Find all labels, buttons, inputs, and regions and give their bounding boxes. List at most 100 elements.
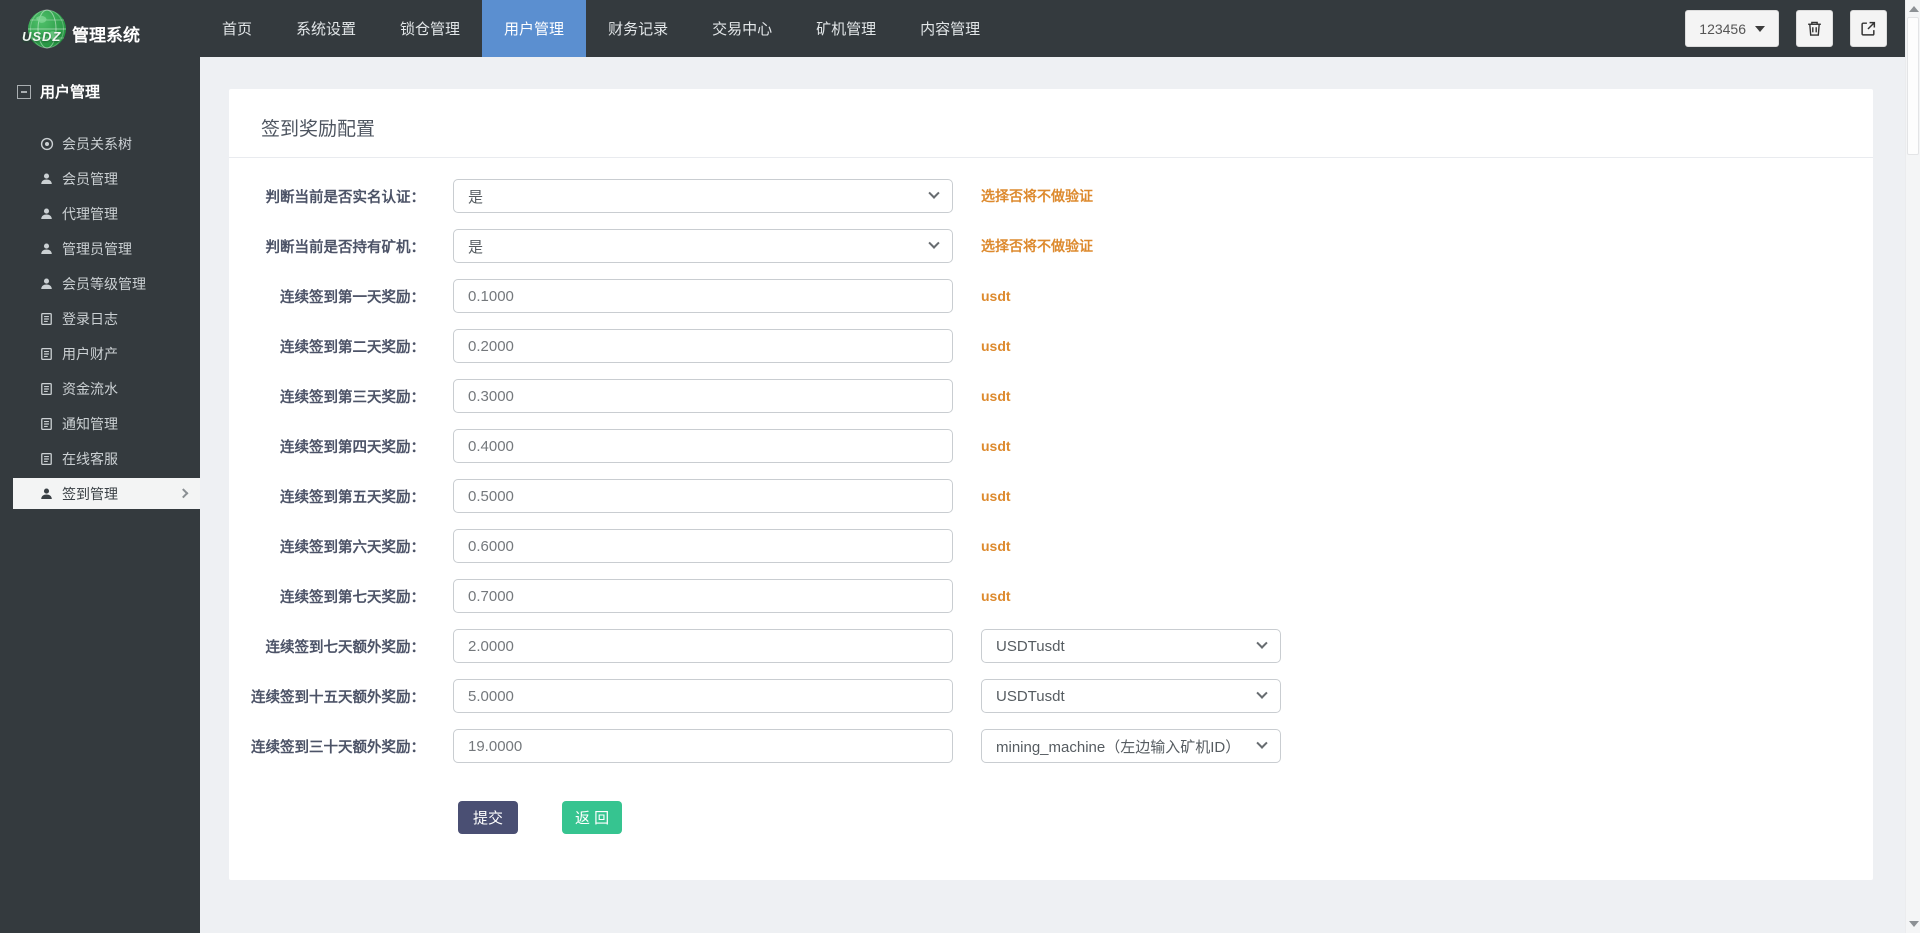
owns-miner-select[interactable]: 是 [453, 229, 953, 263]
sidebar-section-user-management[interactable]: 用户管理 [0, 57, 200, 102]
sidebar-item-label: 签到管理 [62, 484, 118, 504]
sidebar-item-member-tree[interactable]: 会员关系树 [0, 126, 200, 161]
app-logo: USDZ 管理系统 [0, 0, 200, 57]
day3-reward-input[interactable] [453, 379, 953, 413]
nav-tab-user-management[interactable]: 用户管理 [482, 0, 586, 57]
logout-button[interactable] [1850, 10, 1887, 47]
card-header: 签到奖励配置 [229, 89, 1873, 158]
select-value: USDTusdt [996, 638, 1065, 655]
field-label: 连续签到七天额外奖励： [229, 636, 425, 657]
chevron-down-icon [1256, 688, 1267, 699]
sidebar-item-member-management[interactable]: 会员管理 [0, 161, 200, 196]
field-label: 连续签到第三天奖励： [229, 386, 425, 407]
caret-down-icon [1755, 26, 1765, 32]
nav-tab-trade-center[interactable]: 交易中心 [690, 0, 794, 57]
sidebar-item-label: 登录日志 [62, 309, 118, 329]
nav-tab-lockup-management[interactable]: 锁仓管理 [378, 0, 482, 57]
nav-tab-miner-management[interactable]: 矿机管理 [794, 0, 898, 57]
sidebar-section-label: 用户管理 [40, 81, 100, 102]
chevron-down-icon [928, 188, 939, 199]
form-row-realname-verify: 判断当前是否实名认证： 是 选择否将不做验证 [229, 179, 1873, 213]
sidebar-item-user-assets[interactable]: 用户财产 [0, 336, 200, 371]
admin-app: USDZ 管理系统 首页 系统设置 锁仓管理 用户管理 财务记录 交易中心 矿机… [0, 0, 1920, 933]
week-extra-currency-select[interactable]: USDTusdt [981, 629, 1281, 663]
sidebar-item-label: 管理员管理 [62, 239, 132, 259]
day5-reward-input[interactable] [453, 479, 953, 513]
vertical-scrollbar[interactable] [1905, 0, 1920, 933]
sidebar-item-agent-management[interactable]: 代理管理 [0, 196, 200, 231]
sidebar-item-notice-management[interactable]: 通知管理 [0, 406, 200, 441]
signin-reward-card: 签到奖励配置 判断当前是否实名认证： 是 选择否将不做验证 判断当前是否持有矿机… [229, 89, 1873, 880]
sidebar-item-label: 资金流水 [62, 379, 118, 399]
user-icon [40, 487, 53, 500]
document-icon [40, 382, 53, 395]
user-icon [40, 242, 53, 255]
sidebar-item-signin-management[interactable]: 签到管理 [13, 478, 200, 509]
unit-hint: usdt [981, 388, 1011, 404]
form-row-day5: 连续签到第五天奖励： usdt [229, 479, 1873, 513]
target-icon [40, 137, 54, 151]
form-row-owns-miner: 判断当前是否持有矿机： 是 选择否将不做验证 [229, 229, 1873, 263]
scroll-down-icon[interactable] [1909, 921, 1919, 927]
select-value: 是 [468, 186, 483, 207]
field-label: 连续签到第二天奖励： [229, 336, 425, 357]
fifteen-day-extra-reward-input[interactable] [453, 679, 953, 713]
sidebar-item-member-level-management[interactable]: 会员等级管理 [0, 266, 200, 301]
sidebar-item-label: 用户财产 [62, 344, 118, 364]
unit-hint: usdt [981, 338, 1011, 354]
form-actions: 提交 返 回 [458, 801, 1873, 834]
user-icon [40, 277, 53, 290]
field-label: 判断当前是否实名认证： [229, 186, 425, 207]
sidebar-item-fund-flow[interactable]: 资金流水 [0, 371, 200, 406]
unit-hint: usdt [981, 438, 1011, 454]
document-icon [40, 312, 53, 325]
nav-tab-content-management[interactable]: 内容管理 [898, 0, 1002, 57]
sidebar-item-label: 会员等级管理 [62, 274, 146, 294]
thirty-day-extra-reward-input[interactable] [453, 729, 953, 763]
sidebar-item-login-log[interactable]: 登录日志 [0, 301, 200, 336]
realname-verified-select[interactable]: 是 [453, 179, 953, 213]
day2-reward-input[interactable] [453, 329, 953, 363]
form-row-thirty-extra: 连续签到三十天额外奖励： mining_machine（左边输入矿机ID） [229, 729, 1873, 763]
unit-hint: usdt [981, 538, 1011, 554]
week-extra-reward-input[interactable] [453, 629, 953, 663]
main-content: 签到奖励配置 判断当前是否实名认证： 是 选择否将不做验证 判断当前是否持有矿机… [200, 57, 1905, 933]
scrollbar-thumb[interactable] [1907, 17, 1919, 155]
sidebar-item-label: 会员关系树 [62, 134, 132, 154]
user-menu-label: 123456 [1699, 21, 1746, 37]
day6-reward-input[interactable] [453, 529, 953, 563]
sidebar-item-label: 代理管理 [62, 204, 118, 224]
header-actions: 123456 [1685, 0, 1920, 57]
sidebar-menu: 会员关系树 会员管理 代理管理 管理员管理 [0, 126, 200, 509]
form-row-fifteen-extra: 连续签到十五天额外奖励： USDTusdt [229, 679, 1873, 713]
form-row-day2: 连续签到第二天奖励： usdt [229, 329, 1873, 363]
day7-reward-input[interactable] [453, 579, 953, 613]
chevron-down-icon [928, 238, 939, 249]
trash-button[interactable] [1796, 10, 1833, 47]
select-value: 是 [468, 236, 483, 257]
day1-reward-input[interactable] [453, 279, 953, 313]
unit-hint: usdt [981, 288, 1011, 304]
nav-tab-finance-records[interactable]: 财务记录 [586, 0, 690, 57]
fifteen-day-extra-currency-select[interactable]: USDTusdt [981, 679, 1281, 713]
field-hint: 选择否将不做验证 [981, 186, 1093, 206]
field-label: 判断当前是否持有矿机： [229, 236, 425, 257]
user-menu-button[interactable]: 123456 [1685, 10, 1779, 47]
day4-reward-input[interactable] [453, 429, 953, 463]
document-icon [40, 452, 53, 465]
submit-button[interactable]: 提交 [458, 801, 518, 834]
collapse-minus-icon [17, 85, 31, 99]
back-button[interactable]: 返 回 [562, 801, 622, 834]
nav-tab-home[interactable]: 首页 [200, 0, 274, 57]
thirty-day-extra-type-select[interactable]: mining_machine（左边输入矿机ID） [981, 729, 1281, 763]
scroll-up-icon[interactable] [1909, 6, 1919, 12]
nav-tab-system-settings[interactable]: 系统设置 [274, 0, 378, 57]
sidebar-item-label: 在线客服 [62, 449, 118, 469]
sidebar-item-admin-management[interactable]: 管理员管理 [0, 231, 200, 266]
field-label: 连续签到十五天额外奖励： [229, 686, 425, 707]
field-label: 连续签到第四天奖励： [229, 436, 425, 457]
user-icon [40, 172, 53, 185]
sidebar-item-online-service[interactable]: 在线客服 [0, 441, 200, 476]
chevron-down-icon [1256, 638, 1267, 649]
form-row-day1: 连续签到第一天奖励： usdt [229, 279, 1873, 313]
